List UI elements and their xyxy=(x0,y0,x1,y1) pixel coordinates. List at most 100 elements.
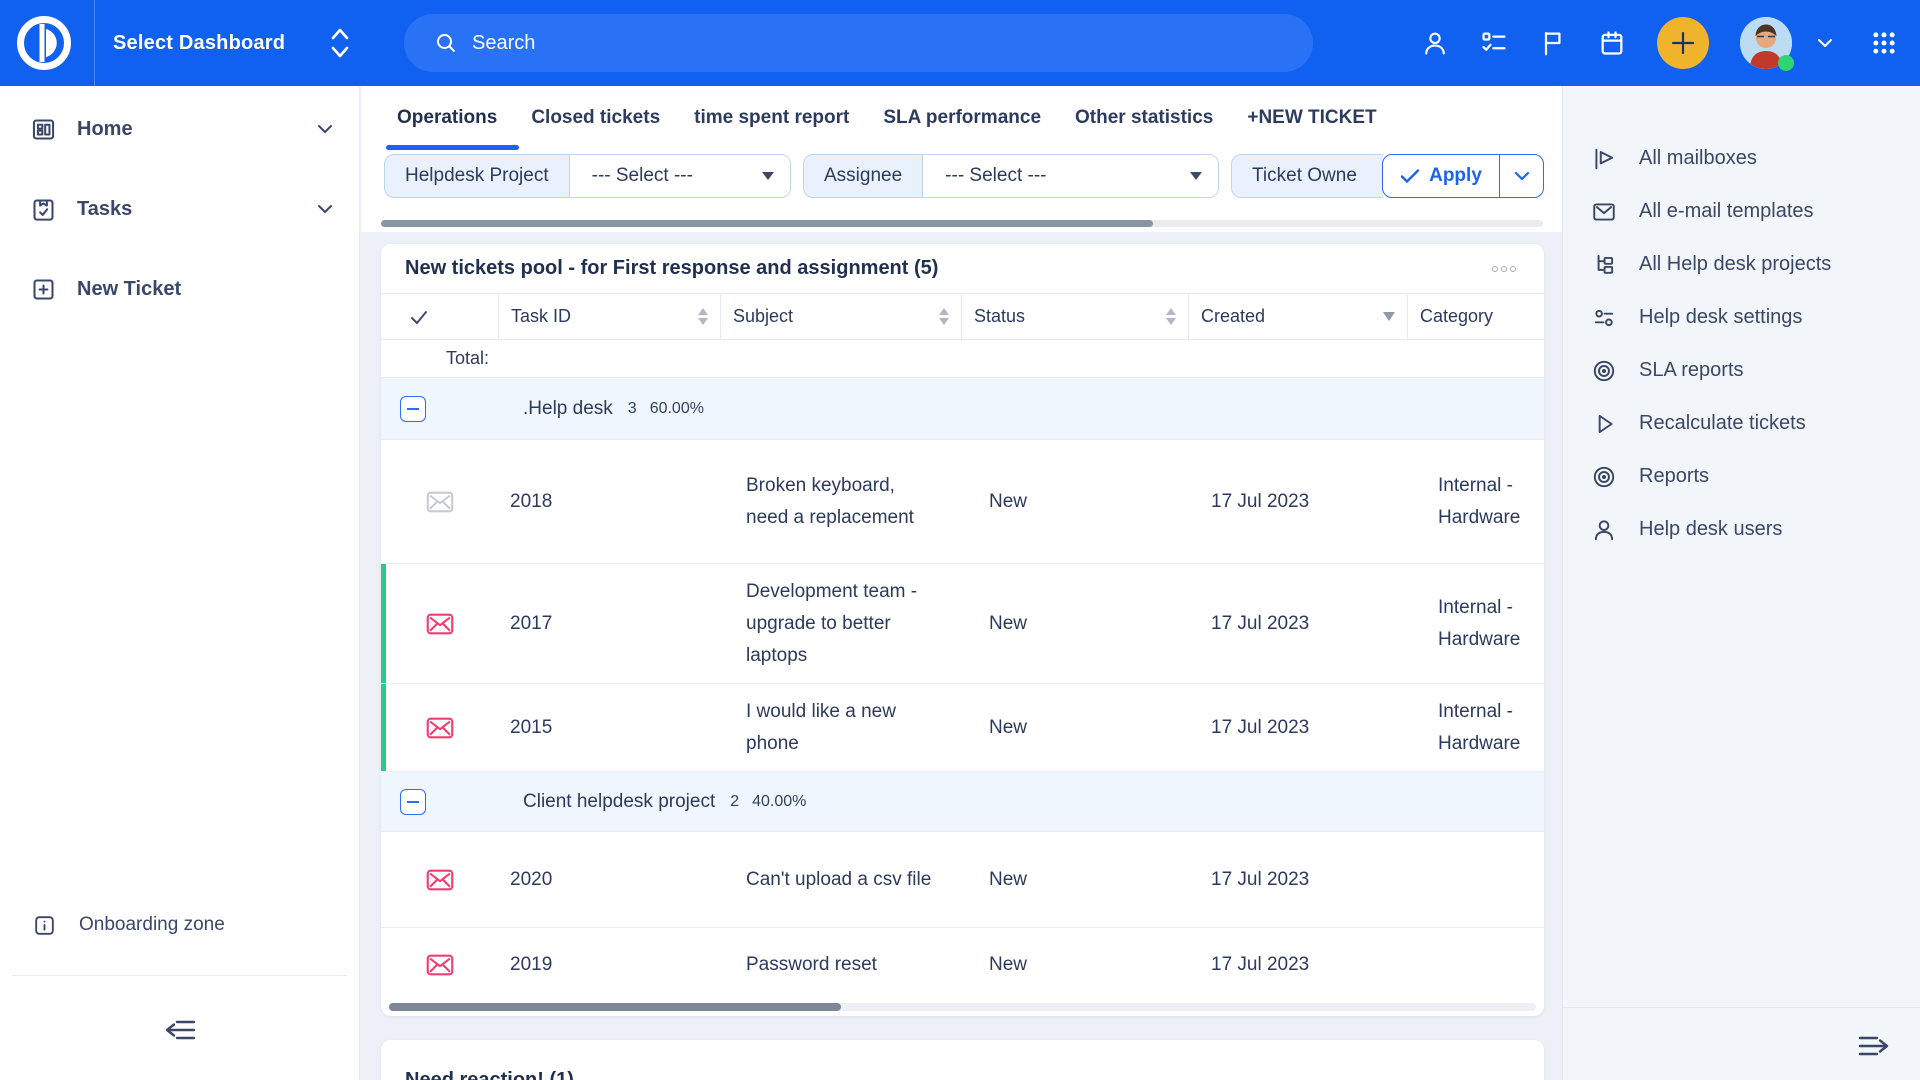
calendar-icon[interactable] xyxy=(1598,29,1626,57)
sidebar-item-onboarding-zone[interactable]: Onboarding zone xyxy=(0,900,359,950)
sidebar-item-new-ticket[interactable]: New Ticket xyxy=(0,260,359,318)
sidebar-item-label: New Ticket xyxy=(77,278,333,301)
ticket-row-2019[interactable]: 2019 Password reset New 17 Jul 2023 xyxy=(381,928,1544,1002)
search-input[interactable]: Search xyxy=(404,14,1313,72)
menu-item-help-desk-users[interactable]: Help desk users xyxy=(1563,503,1920,556)
menu-item-all-email-templates[interactable]: All e-mail templates xyxy=(1563,185,1920,238)
filter-label: Assignee xyxy=(804,155,922,197)
filters-scrollbar-track[interactable] xyxy=(381,220,1543,227)
group-count: 2 xyxy=(730,793,739,811)
group-name[interactable]: .Help desk xyxy=(523,398,613,420)
tasks-checklist-icon[interactable] xyxy=(1480,29,1508,57)
sort-icons[interactable] xyxy=(1166,308,1176,325)
apply-button-main[interactable]: Apply xyxy=(1383,155,1499,197)
filters-scrollbar-thumb[interactable] xyxy=(381,220,1153,227)
ticket-created-date: 17 Jul 2023 xyxy=(1188,684,1407,771)
chevron-down-icon[interactable] xyxy=(317,124,333,134)
tab-closed-tickets[interactable]: Closed tickets xyxy=(531,107,660,129)
panel-header: New tickets pool - for First response an… xyxy=(381,244,1544,294)
ticket-category: Internal - Hardware xyxy=(1407,564,1544,683)
settings-sliders-icon xyxy=(1591,305,1617,331)
online-status-dot xyxy=(1778,55,1794,71)
sort-desc-icon[interactable] xyxy=(1383,312,1395,321)
helpdesk-project-select[interactable]: --- Select --- xyxy=(569,155,790,197)
table-scrollbar-thumb[interactable] xyxy=(389,1003,841,1011)
column-header-created[interactable]: Created xyxy=(1188,294,1407,339)
ticket-subject[interactable]: Password reset xyxy=(720,928,961,1002)
assignee-select[interactable]: --- Select --- xyxy=(922,155,1218,197)
mailboxes-icon xyxy=(1591,146,1617,172)
dashboard-selector[interactable]: Select Dashboard xyxy=(113,0,351,86)
apply-options-chevron[interactable] xyxy=(1499,155,1543,197)
column-header-task-id[interactable]: Task ID xyxy=(498,294,720,339)
caret-down-icon xyxy=(762,172,774,180)
envelope-icon xyxy=(1591,199,1617,225)
task-id[interactable]: 2018 xyxy=(498,440,720,563)
select-all-checkbox[interactable] xyxy=(381,294,498,339)
menu-item-all-mailboxes[interactable]: All mailboxes xyxy=(1563,132,1920,185)
sort-icons[interactable] xyxy=(698,308,708,325)
user-profile-icon[interactable] xyxy=(1421,29,1449,57)
table-scrollbar-track[interactable] xyxy=(389,1003,1536,1011)
filter-label: Ticket Owne xyxy=(1232,155,1377,197)
group-name[interactable]: Client helpdesk project xyxy=(523,791,715,813)
left-sidebar: Home Tasks New Ticket xyxy=(0,86,360,1080)
panel-menu-kebab-icon[interactable] xyxy=(1490,1074,1518,1080)
dashboard-selector-chevrons-icon xyxy=(329,26,351,60)
task-id[interactable]: 2020 xyxy=(498,832,720,927)
ticket-subject[interactable]: I would like a new phone xyxy=(720,684,961,771)
ticket-status: New xyxy=(961,832,1188,927)
column-header-status[interactable]: Status xyxy=(961,294,1188,339)
apps-grid-icon[interactable] xyxy=(1870,29,1898,57)
ticket-category xyxy=(1407,832,1544,927)
flag-icon[interactable] xyxy=(1539,29,1567,57)
collapse-right-sidebar-button[interactable] xyxy=(1844,1016,1904,1076)
ticket-row-2015[interactable]: 2015 I would like a new phone New 17 Jul… xyxy=(381,684,1544,772)
column-header-subject[interactable]: Subject xyxy=(720,294,961,339)
tab-time-spent-report[interactable]: time spent report xyxy=(694,107,849,129)
ticket-row-2018[interactable]: 2018 Broken keyboard, need a replacement… xyxy=(381,440,1544,564)
app-window: Select Dashboard Search xyxy=(0,0,1920,1080)
sort-icons[interactable] xyxy=(939,308,949,325)
tab-other-statistics[interactable]: Other statistics xyxy=(1075,107,1213,129)
menu-item-label: SLA reports xyxy=(1639,359,1744,382)
task-id[interactable]: 2019 xyxy=(498,928,720,1002)
user-avatar[interactable] xyxy=(1740,17,1792,69)
ticket-category xyxy=(1407,928,1544,1002)
tab-sla-performance[interactable]: SLA performance xyxy=(883,107,1041,129)
ticket-row-2020[interactable]: 2020 Can't upload a csv file New 17 Jul … xyxy=(381,832,1544,928)
sidebar-item-home[interactable]: Home xyxy=(0,100,359,158)
menu-item-all-help-desk-projects[interactable]: All Help desk projects xyxy=(1563,238,1920,291)
menu-item-reports[interactable]: Reports xyxy=(1563,450,1920,503)
collapse-group-button[interactable] xyxy=(400,396,426,422)
tab-operations[interactable]: Operations xyxy=(397,107,497,129)
collapse-left-arrow-icon xyxy=(160,1016,200,1044)
chevron-down-icon[interactable] xyxy=(317,204,333,214)
column-header-category[interactable]: Category xyxy=(1407,294,1544,339)
apply-filters-button[interactable]: Apply xyxy=(1382,154,1544,198)
panel-header: Need reaction! (1) xyxy=(381,1040,1544,1080)
group-count: 3 xyxy=(628,400,637,418)
task-id[interactable]: 2015 xyxy=(498,684,720,771)
ticket-subject[interactable]: Broken keyboard, need a replacement xyxy=(720,440,961,563)
menu-item-recalculate-tickets[interactable]: Recalculate tickets xyxy=(1563,397,1920,450)
menu-item-sla-reports[interactable]: SLA reports xyxy=(1563,344,1920,397)
tab-new-ticket[interactable]: +NEW TICKET xyxy=(1247,107,1376,129)
ticket-subject[interactable]: Can't upload a csv file xyxy=(720,832,961,927)
tab-bar: Operations Closed tickets time spent rep… xyxy=(361,86,1562,150)
menu-item-help-desk-settings[interactable]: Help desk settings xyxy=(1563,291,1920,344)
task-id[interactable]: 2017 xyxy=(498,564,720,683)
total-label: Total: xyxy=(446,348,489,369)
sidebar-item-tasks[interactable]: Tasks xyxy=(0,180,359,238)
ticket-subject[interactable]: Development team - upgrade to better lap… xyxy=(720,564,961,683)
account-menu-chevron-icon[interactable] xyxy=(1811,29,1839,57)
collapse-sidebar-button[interactable] xyxy=(0,998,359,1062)
panel-title: Need reaction! (1) xyxy=(405,1069,574,1080)
ticket-row-2017[interactable]: 2017 Development team - upgrade to bette… xyxy=(381,564,1544,684)
select-value: --- Select --- xyxy=(592,165,693,187)
collapse-group-button[interactable] xyxy=(400,789,426,815)
app-logo-icon[interactable] xyxy=(15,14,73,72)
filter-bar: Helpdesk Project --- Select --- Assignee… xyxy=(361,150,1562,232)
panel-menu-kebab-icon[interactable] xyxy=(1490,260,1518,278)
quick-add-button[interactable] xyxy=(1657,17,1709,69)
